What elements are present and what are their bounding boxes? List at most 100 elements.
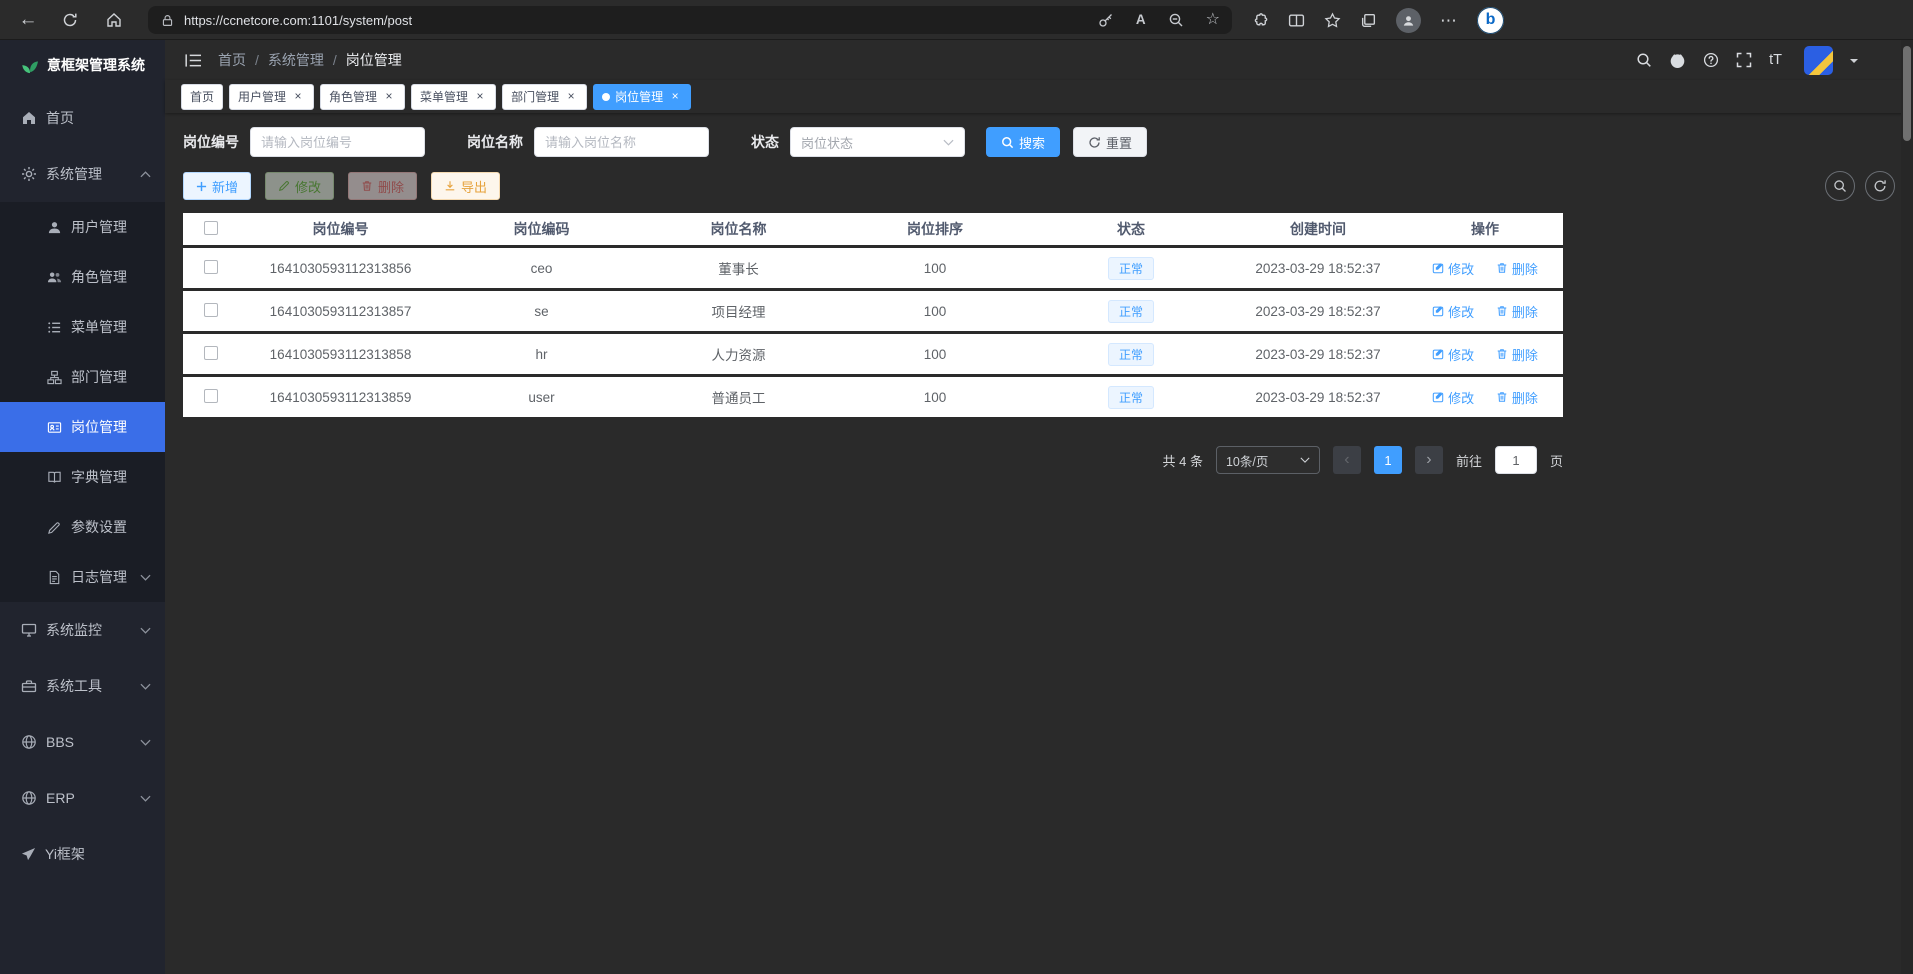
pagination: 共 4 条 10条/页 ‹ 1 › 前往 页	[183, 446, 1563, 474]
breadcrumb-item-system[interactable]: 系统管理	[268, 50, 324, 70]
browser-menu-icon[interactable]: ⋯	[1440, 12, 1458, 29]
export-button[interactable]: 导出	[431, 172, 500, 200]
sidebar-item-role-mgmt[interactable]: 角色管理	[0, 252, 165, 302]
id-badge-icon	[47, 420, 62, 435]
download-icon	[444, 180, 456, 192]
refresh-table-button[interactable]	[1865, 171, 1895, 201]
tab-role-mgmt[interactable]: 角色管理 ×	[320, 84, 405, 110]
post-code-input[interactable]	[250, 127, 425, 157]
created-time-cell: 2023-03-29 18:52:37	[1229, 248, 1407, 288]
tab-label: 岗位管理	[615, 88, 663, 105]
split-screen-icon[interactable]	[1288, 12, 1305, 29]
delete-button[interactable]: 删除	[348, 172, 417, 200]
row-delete-link[interactable]: 删除	[1496, 345, 1538, 364]
extensions-icon[interactable]	[1252, 12, 1269, 29]
address-bar[interactable]: https://ccnetcore.com:1101/system/post A…	[148, 6, 1232, 34]
favorites-bar-icon[interactable]	[1324, 12, 1341, 29]
sidebar-item-dict-mgmt[interactable]: 字典管理	[0, 452, 165, 502]
sidebar-item-user-mgmt[interactable]: 用户管理	[0, 202, 165, 252]
sidebar-item-menu-mgmt[interactable]: 菜单管理	[0, 302, 165, 352]
edit-button[interactable]: 修改	[265, 172, 334, 200]
page-size-select[interactable]: 10条/页	[1216, 446, 1320, 474]
scrollbar-thumb[interactable]	[1903, 46, 1911, 141]
select-all-checkbox[interactable]	[204, 221, 218, 235]
help-icon[interactable]	[1703, 52, 1719, 68]
chevron-down-icon	[943, 139, 954, 146]
copilot-bing-icon[interactable]: b	[1477, 7, 1504, 34]
caret-down-icon[interactable]	[1850, 59, 1858, 67]
edit-link-label: 修改	[1448, 302, 1474, 321]
browser-profile-avatar[interactable]	[1396, 8, 1421, 33]
favorites-add-icon[interactable]: ☆	[1206, 12, 1220, 28]
password-key-icon[interactable]	[1098, 12, 1114, 28]
sidebar-item-system-tools[interactable]: 系统工具	[0, 658, 165, 714]
close-icon[interactable]: ×	[564, 90, 578, 104]
row-edit-link[interactable]: 修改	[1432, 345, 1474, 364]
header-post-name: 岗位名称	[640, 213, 837, 245]
sidebar-item-log-mgmt[interactable]: 日志管理	[0, 552, 165, 602]
row-delete-link[interactable]: 删除	[1496, 259, 1538, 278]
next-page-button[interactable]: ›	[1415, 446, 1443, 474]
edit-icon	[1432, 262, 1444, 274]
edit-link-label: 修改	[1448, 259, 1474, 278]
post-name-cell: 董事长	[640, 248, 837, 288]
sidebar-item-home[interactable]: 首页	[0, 90, 165, 146]
status-select[interactable]: 岗位状态	[790, 127, 965, 157]
search-icon[interactable]	[1636, 52, 1652, 68]
fullscreen-icon[interactable]	[1736, 52, 1752, 68]
close-icon[interactable]: ×	[291, 90, 305, 104]
status-field: 状态 岗位状态	[751, 127, 965, 157]
org-tree-icon	[47, 370, 62, 385]
sidebar-item-system-mgmt[interactable]: 系统管理	[0, 146, 165, 202]
row-checkbox[interactable]	[204, 303, 218, 317]
user-avatar[interactable]	[1804, 46, 1833, 75]
tab-menu-mgmt[interactable]: 菜单管理 ×	[411, 84, 496, 110]
close-icon[interactable]: ×	[382, 90, 396, 104]
reset-button[interactable]: 重置	[1073, 127, 1147, 157]
browser-reload-button[interactable]	[52, 0, 88, 40]
tab-user-mgmt[interactable]: 用户管理 ×	[229, 84, 314, 110]
sidebar-item-yi-framework[interactable]: Yi框架	[0, 826, 165, 882]
row-delete-link[interactable]: 删除	[1496, 302, 1538, 321]
sidebar-item-erp[interactable]: ERP	[0, 770, 165, 826]
sidebar-collapse-button[interactable]	[177, 40, 209, 80]
globe-icon	[21, 790, 37, 806]
browser-back-button[interactable]: ←	[10, 0, 46, 40]
show-search-toggle-button[interactable]	[1825, 171, 1855, 201]
prev-page-button[interactable]: ‹	[1333, 446, 1361, 474]
tab-dept-mgmt[interactable]: 部门管理 ×	[502, 84, 587, 110]
status-cell: 正常	[1033, 291, 1229, 331]
select-all-cell	[183, 213, 238, 245]
breadcrumb-item-home[interactable]: 首页	[218, 50, 246, 70]
post-name-input[interactable]	[534, 127, 709, 157]
close-icon[interactable]: ×	[668, 90, 682, 104]
tab-home[interactable]: 首页	[181, 84, 223, 110]
collections-icon[interactable]	[1360, 12, 1377, 29]
row-checkbox[interactable]	[204, 346, 218, 360]
page-1-button[interactable]: 1	[1374, 446, 1402, 474]
github-icon[interactable]	[1669, 52, 1686, 69]
sidebar-item-param-settings[interactable]: 参数设置	[0, 502, 165, 552]
sidebar-item-bbs[interactable]: BBS	[0, 714, 165, 770]
row-checkbox[interactable]	[204, 389, 218, 403]
sidebar-item-post-mgmt[interactable]: 岗位管理	[0, 402, 165, 452]
sidebar-item-dept-mgmt[interactable]: 部门管理	[0, 352, 165, 402]
edit-button-label: 修改	[295, 177, 321, 196]
add-button[interactable]: 新增	[183, 172, 251, 200]
row-delete-link[interactable]: 删除	[1496, 388, 1538, 407]
row-edit-link[interactable]: 修改	[1432, 388, 1474, 407]
status-cell: 正常	[1033, 248, 1229, 288]
close-icon[interactable]: ×	[473, 90, 487, 104]
read-aloud-icon[interactable]: A	[1136, 13, 1146, 27]
tab-post-mgmt[interactable]: 岗位管理 ×	[593, 84, 691, 110]
row-edit-link[interactable]: 修改	[1432, 302, 1474, 321]
sidebar-item-system-monitor[interactable]: 系统监控	[0, 602, 165, 658]
goto-page-input[interactable]	[1495, 446, 1537, 474]
browser-home-button[interactable]	[96, 0, 132, 40]
font-size-button[interactable]: tT	[1769, 52, 1782, 68]
row-checkbox[interactable]	[204, 260, 218, 274]
checkbox-cell	[183, 334, 238, 374]
row-edit-link[interactable]: 修改	[1432, 259, 1474, 278]
search-button[interactable]: 搜索	[986, 127, 1060, 157]
zoom-icon[interactable]	[1168, 12, 1184, 28]
